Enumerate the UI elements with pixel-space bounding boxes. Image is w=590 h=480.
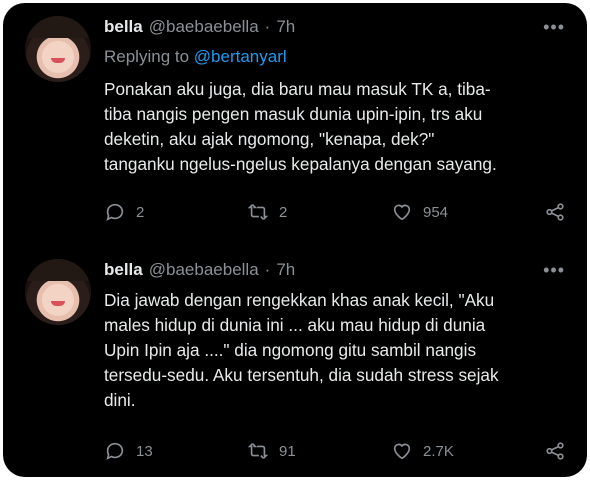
user-handle[interactable]: @baebaebella [149, 17, 259, 37]
retweet-button[interactable]: 2 [247, 201, 287, 223]
avatar[interactable] [25, 259, 91, 325]
timestamp[interactable]: 7h [276, 17, 295, 37]
more-options-icon[interactable]: ••• [543, 17, 565, 38]
mention-link[interactable]: @bertanyarl [194, 47, 287, 66]
timestamp[interactable]: 7h [276, 260, 295, 280]
tweet-2[interactable]: bella @baebaebella · 7h ••• Dia jawab de… [3, 248, 587, 477]
reply-count: 2 [136, 203, 145, 221]
timeline: bella @baebaebella · 7h ••• Replying to … [3, 3, 587, 477]
separator-dot: · [264, 17, 271, 36]
reply-icon [106, 442, 124, 460]
share-icon [546, 442, 564, 460]
share-button[interactable] [544, 201, 566, 223]
share-button[interactable] [544, 440, 566, 462]
like-icon [393, 204, 411, 221]
like-count: 954 [423, 203, 449, 221]
separator-dot: · [264, 260, 271, 279]
retweet-count: 2 [279, 203, 288, 221]
like-button[interactable]: 954 [391, 201, 448, 223]
reply-icon [106, 203, 124, 221]
like-icon [393, 443, 411, 460]
tweet-text: Dia jawab dengan rengekkan khas anak kec… [104, 290, 499, 410]
replying-to: Replying to @bertanyarl [104, 47, 287, 67]
display-name[interactable]: bella [104, 260, 143, 280]
tweet-1[interactable]: bella @baebaebella · 7h ••• Replying to … [3, 3, 587, 248]
user-handle[interactable]: @baebaebella [149, 260, 259, 280]
tweet-header: bella @baebaebella · 7h [104, 17, 295, 37]
retweet-icon [247, 204, 269, 220]
reply-button[interactable]: 13 [104, 440, 153, 462]
retweet-icon [247, 443, 269, 459]
action-bar: 2 2 954 [104, 201, 574, 225]
retweet-count: 91 [279, 442, 296, 460]
reply-count: 13 [136, 442, 153, 460]
tweet-header: bella @baebaebella · 7h [104, 260, 295, 280]
tweet-text: Ponakan aku juga, dia baru mau masuk TK … [104, 79, 497, 174]
retweet-button[interactable]: 91 [247, 440, 296, 462]
avatar[interactable] [25, 16, 91, 82]
more-options-icon[interactable]: ••• [543, 260, 565, 281]
share-icon [546, 203, 564, 221]
replying-to-label: Replying to [104, 47, 194, 66]
display-name[interactable]: bella [104, 17, 143, 37]
like-count: 2.7K [423, 442, 454, 460]
like-button[interactable]: 2.7K [391, 440, 454, 462]
reply-button[interactable]: 2 [104, 201, 144, 223]
action-bar: 13 91 2.7K [104, 440, 574, 464]
